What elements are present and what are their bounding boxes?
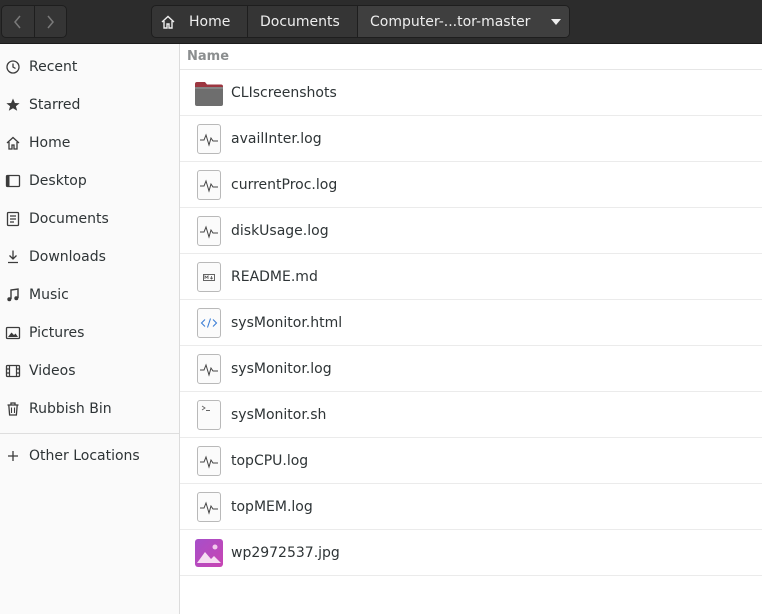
sidebar-item-label: Starred — [29, 97, 81, 113]
log-file-icon — [194, 445, 224, 476]
file-name: sysMonitor.sh — [231, 406, 327, 423]
log-file-icon — [194, 491, 224, 522]
file-row[interactable]: availInter.log — [180, 116, 762, 162]
sidebar-item-label: Home — [29, 135, 71, 151]
file-name: diskUsage.log — [231, 222, 329, 239]
breadcrumb-home-label: Home — [189, 13, 231, 30]
column-header-label: Name — [187, 49, 230, 64]
sidebar-item-label: Downloads — [29, 249, 106, 265]
breadcrumb-current-label: Computer-...tor-master — [370, 13, 531, 30]
sidebar-separator — [0, 433, 179, 434]
document-icon — [5, 211, 21, 227]
file-row[interactable]: topMEM.log — [180, 484, 762, 530]
folder-icon — [194, 78, 224, 108]
download-icon — [5, 249, 21, 265]
chevron-left-icon — [13, 15, 21, 28]
file-row[interactable]: diskUsage.log — [180, 208, 762, 254]
breadcrumb-documents[interactable]: Documents — [247, 6, 357, 37]
sidebar: Recent Starred Home Desktop Documents Do… — [0, 44, 180, 614]
file-list-view: Name CLIscreenshots availInter.log curre… — [180, 44, 762, 614]
file-row[interactable]: README.md — [180, 254, 762, 300]
file-row[interactable]: sysMonitor.sh — [180, 392, 762, 438]
log-file-icon — [194, 123, 224, 154]
sidebar-item-label: Pictures — [29, 325, 85, 341]
trash-icon — [5, 401, 21, 417]
header-bar: Home Documents Computer-...tor-master — [0, 0, 762, 44]
sidebar-item-documents[interactable]: Documents — [0, 200, 179, 238]
home-icon — [5, 135, 21, 151]
log-file-icon — [194, 353, 224, 384]
sidebar-item-videos[interactable]: Videos — [0, 352, 179, 390]
sidebar-item-recent[interactable]: Recent — [0, 48, 179, 86]
sidebar-item-label: Recent — [29, 59, 78, 75]
markdown-file-icon — [194, 261, 224, 292]
column-header-name[interactable]: Name — [180, 44, 762, 70]
sidebar-item-label: Desktop — [29, 173, 87, 189]
music-icon — [5, 287, 21, 303]
sidebar-item-other-locations[interactable]: Other Locations — [0, 437, 179, 475]
sidebar-item-label: Documents — [29, 211, 109, 227]
file-row[interactable]: wp2972537.jpg — [180, 530, 762, 576]
star-icon — [5, 97, 21, 113]
picture-icon — [5, 325, 21, 341]
sidebar-item-music[interactable]: Music — [0, 276, 179, 314]
navigation-buttons — [1, 5, 67, 38]
file-name: sysMonitor.html — [231, 314, 343, 331]
video-icon — [5, 363, 21, 379]
desktop-icon — [5, 173, 21, 189]
file-row[interactable]: CLIscreenshots — [180, 70, 762, 116]
sidebar-item-downloads[interactable]: Downloads — [0, 238, 179, 276]
sidebar-item-pictures[interactable]: Pictures — [0, 314, 179, 352]
file-row[interactable]: sysMonitor.html — [180, 300, 762, 346]
sidebar-item-label: Music — [29, 287, 69, 303]
file-name: README.md — [231, 268, 318, 285]
file-name: wp2972537.jpg — [231, 544, 340, 561]
file-name: sysMonitor.log — [231, 360, 332, 377]
sidebar-item-label: Rubbish Bin — [29, 401, 112, 417]
log-file-icon — [194, 169, 224, 200]
breadcrumb-documents-label: Documents — [260, 13, 340, 30]
image-file-icon — [194, 538, 224, 568]
file-row[interactable]: sysMonitor.log — [180, 346, 762, 392]
file-name: CLIscreenshots — [231, 84, 337, 101]
log-file-icon — [194, 215, 224, 246]
chevron-down-icon[interactable] — [551, 18, 561, 25]
breadcrumb: Home Documents Computer-...tor-master — [151, 5, 570, 38]
file-name: currentProc.log — [231, 176, 338, 193]
sidebar-item-starred[interactable]: Starred — [0, 86, 179, 124]
sidebar-item-home[interactable]: Home — [0, 124, 179, 162]
sidebar-item-label: Other Locations — [29, 448, 140, 464]
home-icon — [161, 15, 175, 29]
file-row[interactable]: topCPU.log — [180, 438, 762, 484]
chevron-right-icon — [47, 15, 55, 28]
sidebar-item-desktop[interactable]: Desktop — [0, 162, 179, 200]
file-name: topMEM.log — [231, 498, 313, 515]
html-file-icon — [194, 307, 224, 338]
script-file-icon — [194, 399, 224, 430]
breadcrumb-home[interactable]: Home — [152, 6, 247, 37]
file-name: topCPU.log — [231, 452, 309, 469]
back-button[interactable] — [2, 6, 34, 37]
sidebar-item-rubbish-bin[interactable]: Rubbish Bin — [0, 390, 179, 428]
file-name: availInter.log — [231, 130, 322, 147]
plus-icon — [5, 448, 21, 464]
forward-button[interactable] — [33, 6, 67, 37]
clock-icon — [5, 59, 21, 75]
sidebar-item-label: Videos — [29, 363, 76, 379]
breadcrumb-current-folder[interactable]: Computer-...tor-master — [357, 6, 569, 37]
file-row[interactable]: currentProc.log — [180, 162, 762, 208]
